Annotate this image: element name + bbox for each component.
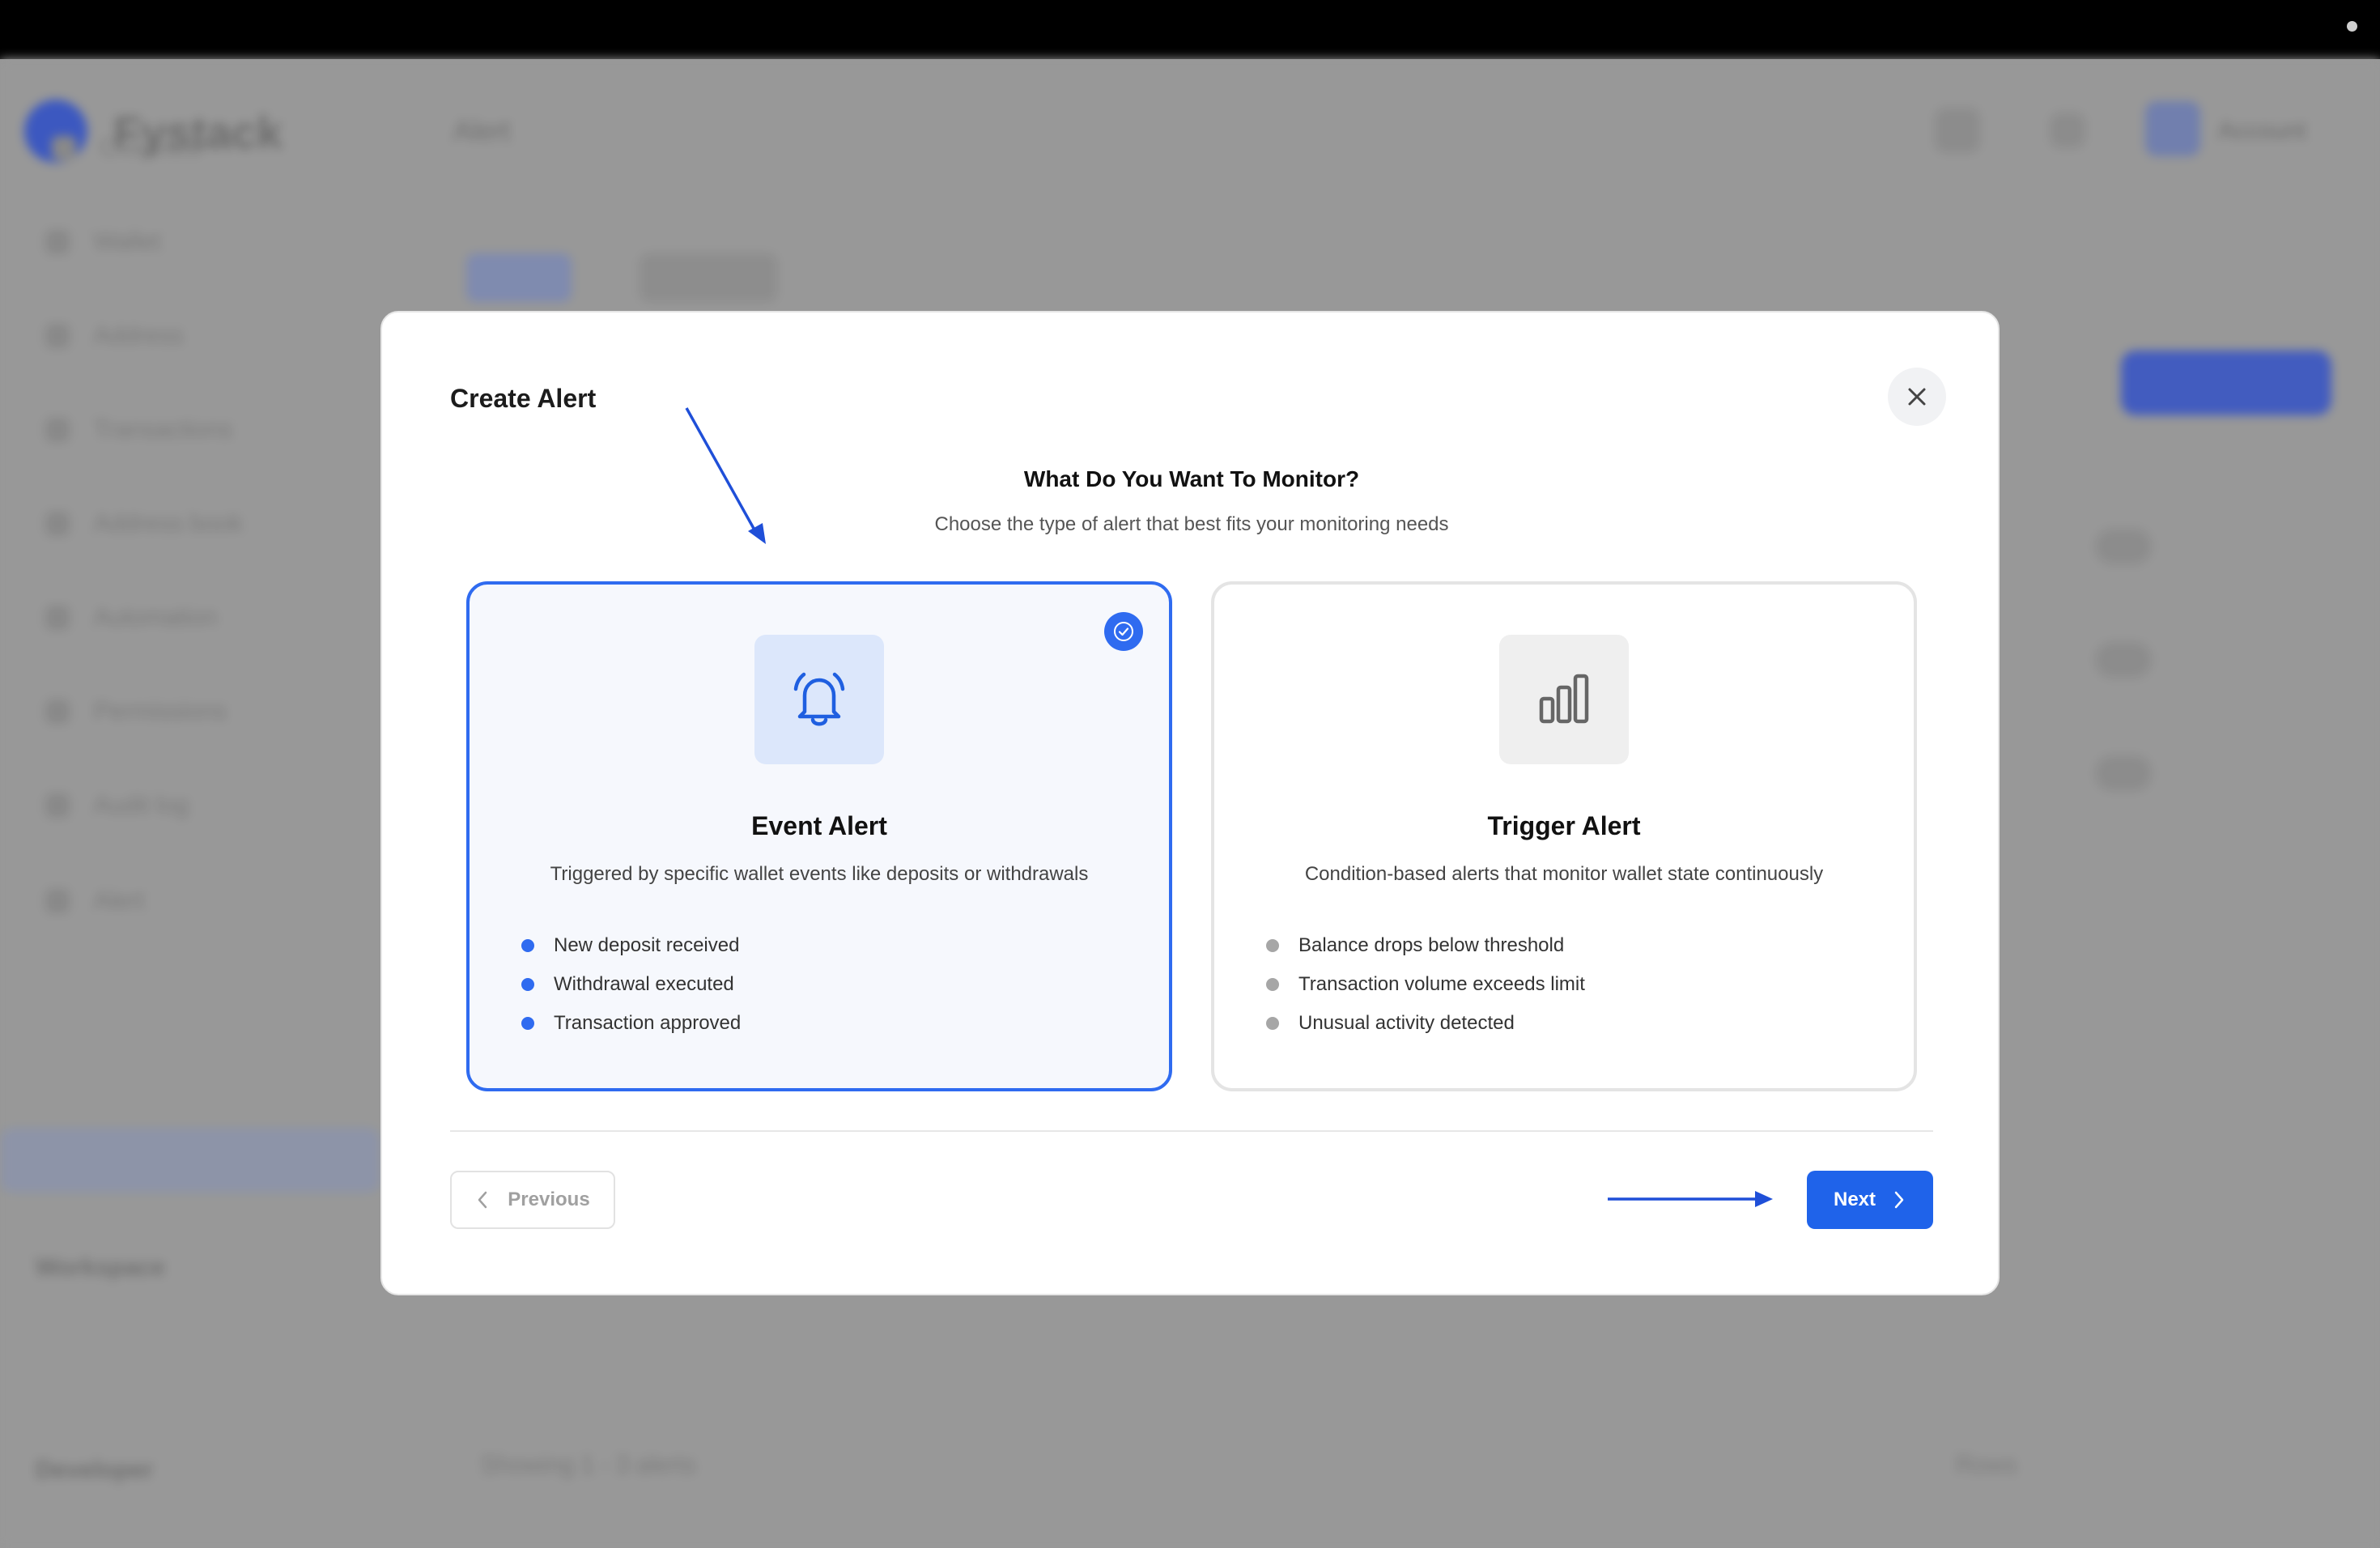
annotation-arrows [685, 407, 1773, 1207]
arrow-to-next-button [1608, 1191, 1773, 1207]
arrow-to-event-card [685, 407, 766, 544]
